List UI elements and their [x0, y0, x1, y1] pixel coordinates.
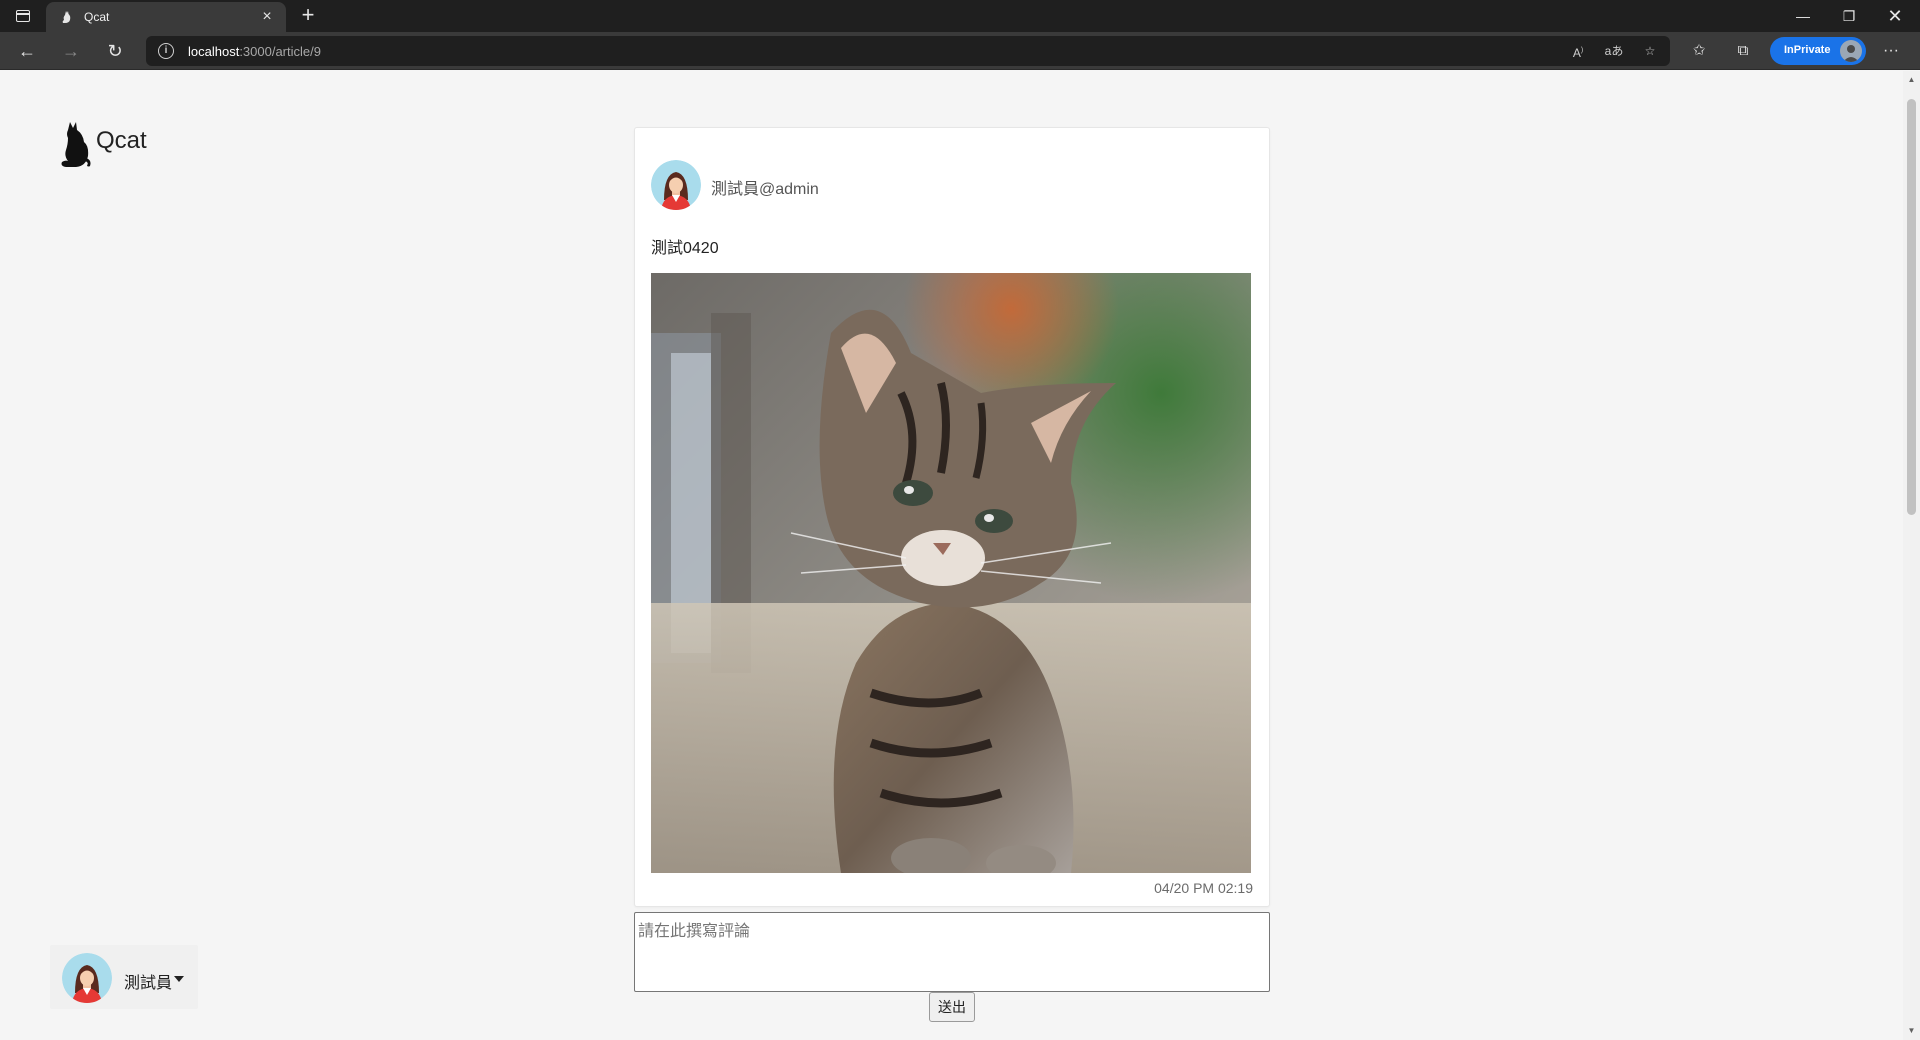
user-avatar — [62, 953, 112, 1003]
post-timestamp: 04/20 PM 02:19 — [1154, 880, 1253, 896]
refresh-icon[interactable]: ↻ — [100, 37, 130, 65]
caret-down-icon[interactable] — [174, 976, 184, 982]
submit-comment-button[interactable]: 送出 — [929, 992, 975, 1022]
profile-avatar — [1840, 40, 1862, 62]
ellipsis-icon[interactable]: ··· — [1880, 40, 1902, 62]
url-text[interactable]: localhost:3000/article/9 — [188, 44, 321, 59]
author-name[interactable]: 測試員@admin — [711, 175, 819, 199]
cat-silhouette-icon — [61, 122, 91, 167]
translate-icon[interactable]: aあ — [1604, 42, 1624, 60]
inprivate-badge[interactable]: InPrivate — [1770, 37, 1866, 65]
post-text: 測試0420 — [651, 240, 719, 257]
tab-close-icon[interactable]: × — [258, 8, 276, 26]
browser-tab[interactable]: Qcat × — [46, 2, 286, 32]
address-bar[interactable]: i localhost:3000/article/9 A) aあ ☆ — [146, 36, 1670, 66]
comment-input[interactable] — [634, 912, 1270, 992]
scroll-up-icon[interactable]: ▲ — [1907, 75, 1916, 85]
tab-actions-icon[interactable] — [12, 6, 34, 26]
author-avatar[interactable] — [651, 160, 701, 210]
new-tab-icon[interactable]: + — [296, 4, 320, 28]
star-plus-icon[interactable]: ☆ — [1640, 42, 1660, 60]
read-aloud-icon[interactable]: A) — [1568, 42, 1588, 60]
brand-name: Qcat — [96, 127, 147, 154]
browser-toolbar: ← → ↻ i localhost:3000/article/9 A) aあ ☆… — [0, 32, 1920, 70]
page-scrollbar[interactable]: ▲ ▼ — [1903, 71, 1920, 1040]
forward-icon[interactable]: → — [56, 37, 86, 65]
url-host: localhost — [188, 44, 240, 59]
scroll-down-icon[interactable]: ▼ — [1907, 1026, 1916, 1036]
site-info-icon[interactable]: i — [158, 43, 174, 59]
restore-icon[interactable]: ❐ — [1826, 0, 1872, 32]
minimize-icon[interactable]: — — [1780, 0, 1826, 32]
scroll-thumb[interactable] — [1907, 99, 1916, 515]
cat-favicon-icon — [62, 11, 71, 23]
browser-titlebar: Qcat × + — ❐ ✕ — [0, 0, 1920, 32]
favorites-icon[interactable]: ✩ — [1688, 40, 1710, 62]
post-card: 測試員@admin 測試0420 04/20 PM 02:19 — [634, 127, 1270, 907]
page-content: Qcat 測試員@admin 測試0420 04/20 PM 02:19 請在此… — [0, 71, 1903, 1040]
back-icon[interactable]: ← — [12, 37, 42, 65]
brand[interactable]: Qcat — [56, 120, 147, 168]
user-menu-name: 測試員 — [124, 975, 173, 992]
close-window-icon[interactable]: ✕ — [1872, 0, 1918, 32]
user-menu[interactable]: 測試員 — [50, 945, 198, 1009]
post-image — [651, 273, 1251, 873]
collections-icon[interactable]: ⧉ — [1732, 40, 1754, 62]
url-path: :3000/article/9 — [239, 44, 321, 59]
tab-title: Qcat — [84, 10, 110, 24]
inprivate-label: InPrivate — [1784, 44, 1831, 56]
